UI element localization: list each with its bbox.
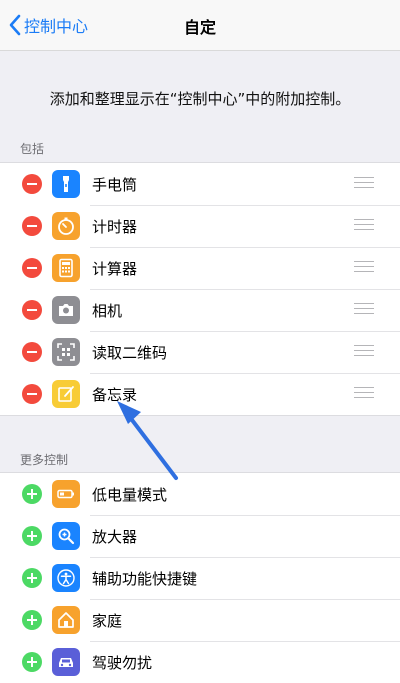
reorder-handle[interactable] (354, 177, 374, 189)
notes-app-icon (52, 380, 80, 408)
camera-app-icon (52, 296, 80, 324)
item-label: 辅助功能快捷键 (92, 570, 198, 588)
item-label: 手电筒 (92, 176, 138, 194)
item-label: 读取二维码 (92, 344, 168, 362)
item-label: 计时器 (92, 218, 138, 236)
section-header-more: 更多控制 (20, 453, 69, 467)
item-label: 计算器 (92, 260, 138, 278)
magnifier-icon (58, 528, 75, 545)
remove-button[interactable] (22, 342, 42, 362)
remove-button[interactable] (22, 384, 42, 404)
item-label: 低电量模式 (92, 486, 168, 504)
accessibility-icon (57, 569, 75, 587)
included-item-timer[interactable]: 计时器 (0, 205, 400, 247)
included-item-calculator[interactable]: 计算器 (0, 247, 400, 289)
included-item-camera[interactable]: 相机 (0, 289, 400, 331)
remove-button[interactable] (22, 300, 42, 320)
item-label: 家庭 (92, 612, 123, 630)
qr-code-app-icon (52, 338, 80, 366)
camera-icon (59, 304, 73, 316)
add-button[interactable] (22, 526, 42, 546)
reorder-handle[interactable] (354, 303, 374, 315)
add-button[interactable] (22, 652, 42, 672)
remove-button[interactable] (22, 174, 42, 194)
add-button[interactable] (22, 610, 42, 630)
item-label: 相机 (92, 302, 123, 320)
battery-app-icon (52, 480, 80, 508)
accessibility-app-icon (52, 564, 80, 592)
calculator-app-icon (52, 254, 80, 282)
more-item-accessibility-shortcut[interactable]: 辅助功能快捷键 (0, 557, 400, 599)
reorder-handle[interactable] (354, 387, 374, 399)
timer-icon (58, 217, 74, 235)
remove-button[interactable] (22, 216, 42, 236)
included-item-notes[interactable]: 备忘录 (0, 373, 400, 415)
flashlight-icon (63, 176, 69, 192)
page-title: 自定 (183, 18, 216, 37)
included-item-qr-reader[interactable]: 读取二维码 (0, 331, 400, 373)
calculator-icon (59, 258, 73, 278)
item-label: 放大器 (92, 528, 138, 546)
home-app-icon (52, 606, 80, 634)
add-button[interactable] (22, 484, 42, 504)
more-item-do-not-disturb-driving[interactable]: 驾驶勿扰 (0, 641, 400, 683)
more-item-magnifier[interactable]: 放大器 (0, 515, 400, 557)
home-icon (58, 612, 74, 628)
reorder-handle[interactable] (354, 345, 374, 357)
more-item-home[interactable]: 家庭 (0, 599, 400, 641)
flashlight-app-icon (52, 170, 80, 198)
timer-app-icon (52, 212, 80, 240)
item-label: 驾驶勿扰 (92, 654, 153, 672)
car-icon (59, 658, 73, 667)
included-controls-list: 手电筒 计时器 计算器 相机 读取二维码 备忘录 (0, 162, 400, 416)
page-description: 添加和整理显示在“控制中心”中的附加控制。 (49, 90, 351, 108)
remove-button[interactable] (22, 258, 42, 278)
reorder-handle[interactable] (354, 219, 374, 231)
qr-code-icon (57, 343, 75, 361)
more-item-low-power[interactable]: 低电量模式 (0, 473, 400, 515)
reorder-handle[interactable] (354, 261, 374, 273)
magnifier-app-icon (52, 522, 80, 550)
add-button[interactable] (22, 568, 42, 588)
battery-icon (57, 489, 74, 499)
notes-icon (58, 386, 74, 402)
navigation-bar: 控制中心 自定 (0, 0, 400, 51)
section-header-included: 包括 (20, 142, 45, 156)
included-item-flashlight[interactable]: 手电筒 (0, 163, 400, 205)
more-controls-list: 低电量模式 放大器 辅助功能快捷键 家庭 驾驶勿扰 (0, 472, 400, 683)
car-app-icon (52, 648, 80, 676)
item-label: 备忘录 (92, 386, 138, 404)
